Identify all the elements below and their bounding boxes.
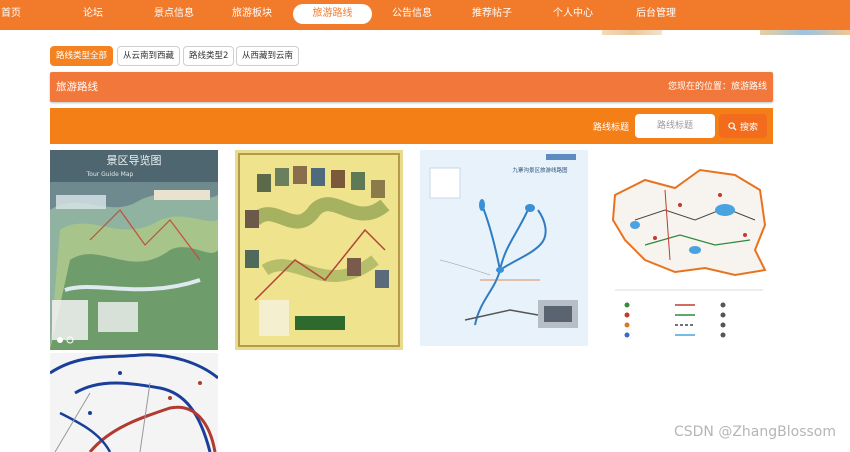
page-title: 旅游路线 [56,81,98,93]
filter-chip-tibet-to-yunnan[interactable]: 从西藏到云南 [236,46,300,66]
nav-item-personal-center[interactable]: 个人中心 [547,0,599,30]
nav-item-travel-section[interactable]: 旅游板块 [226,0,278,30]
top-nav: 首页 论坛 景点信息 旅游板块 旅游路线 公告信息 推荐帖子 个人中心 后台管理 [0,0,850,30]
route-card-image[interactable]: 景区导览图 Tour Guide Map [50,150,218,350]
nav-item-attractions[interactable]: 景点信息 [148,0,200,30]
search-button[interactable]: 搜索 [719,114,767,138]
watermark: CSDN @ZhangBlossom [673,424,836,440]
map-subtitle-text: Tour Guide Map [86,171,134,178]
search-button-label: 搜索 [739,122,758,133]
nav-item-admin[interactable]: 后台管理 [630,0,682,30]
scenic-spots-illustrated-map [235,150,403,350]
nav-item-routes[interactable]: 旅游路线 [293,4,372,24]
filter-chip-all[interactable]: 路线类型全部 [50,46,114,66]
breadcrumb: 您现在的位置：旅游路线 [667,82,767,92]
search-bar: 路线标题 搜索 [50,108,773,144]
filter-chip-route-type-2[interactable]: 路线类型2 [183,46,235,66]
province-route-map [605,150,773,350]
scenic-area-guide-map: 景区导览图 Tour Guide Map [50,150,218,350]
road-network-map [50,353,218,452]
nav-item-recommended-posts[interactable]: 推荐帖子 [466,0,518,30]
section-title-bar: 旅游路线 您现在的位置：旅游路线 [50,72,773,102]
search-icon [728,121,737,131]
banner-strip-decoration [760,30,850,35]
map-title-text: 景区导览图 [107,153,162,167]
search-label: 路线标题 [593,123,630,133]
route-card-image[interactable]: 九寨沟景区旅游线路图 [420,150,588,346]
map-title-text: 九寨沟景区旅游线路图 [512,166,568,174]
nav-item-notices[interactable]: 公告信息 [386,0,438,30]
nav-item-home[interactable]: 首页 [0,0,22,30]
route-card-image[interactable] [235,150,403,350]
jiuzhaigou-route-map: 九寨沟景区旅游线路图 [420,150,588,346]
search-input[interactable] [635,114,715,138]
route-card-image[interactable] [50,353,218,452]
filter-chip-yunnan-to-tibet[interactable]: 从云南到西藏 [117,46,181,66]
route-card-image[interactable] [605,150,773,350]
nav-item-forum[interactable]: 论坛 [72,0,114,30]
banner-strip-decoration [602,30,662,35]
